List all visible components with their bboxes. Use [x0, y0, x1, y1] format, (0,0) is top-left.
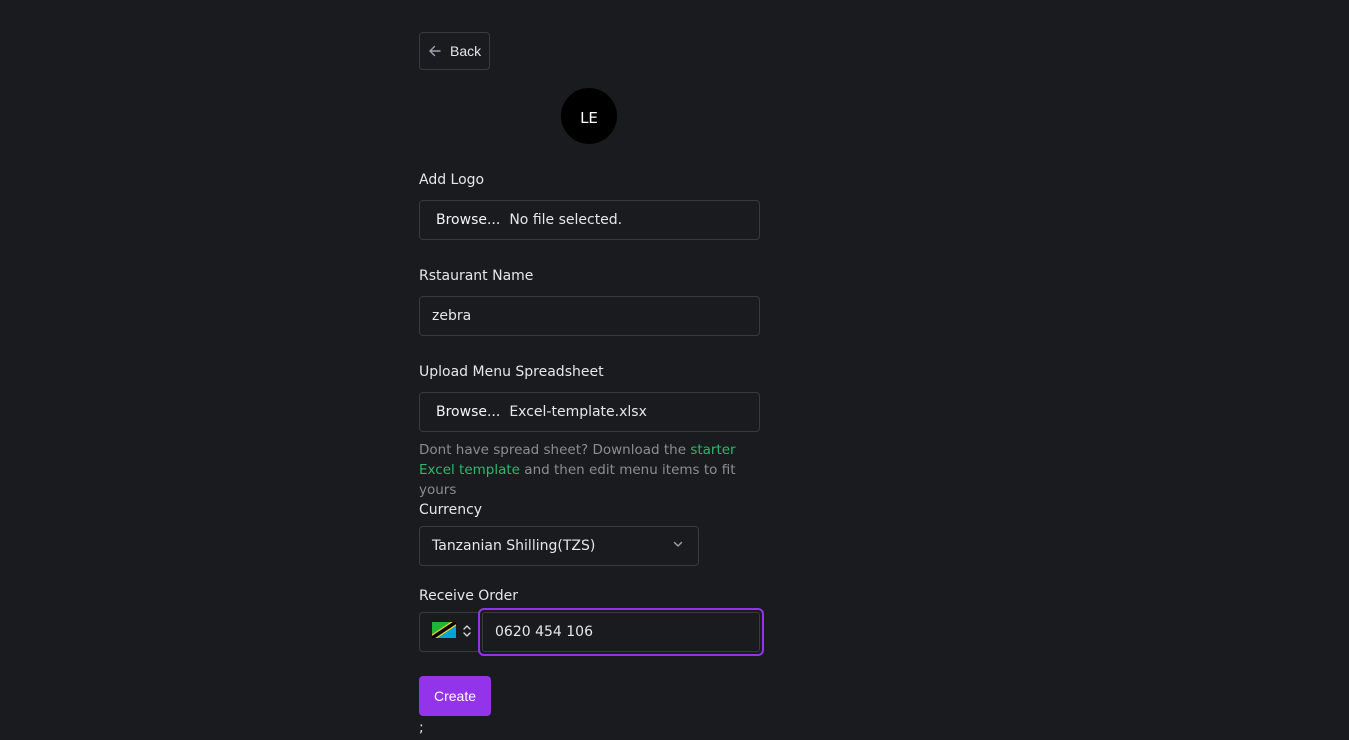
avatar-initials: LE — [580, 109, 598, 127]
up-down-chevron-icon — [462, 623, 472, 642]
create-restaurant-form: Back LE Add Logo Browse... No file selec… — [419, 32, 764, 736]
page: Back LE Add Logo Browse... No file selec… — [0, 0, 1349, 740]
receive-order-label: Receive Order — [419, 588, 519, 604]
phone-number-value: 0620 454 106 — [495, 624, 593, 640]
spreadsheet-help-text: Dont have spread sheet? Download the sta… — [419, 440, 760, 500]
phone-number-input[interactable]: 0620 454 106 — [482, 612, 760, 652]
help-text-prefix: Dont have spread sheet? Download the — [419, 442, 691, 458]
restaurant-name-input[interactable] — [419, 296, 760, 336]
add-logo-label: Add Logo — [419, 172, 485, 188]
trailing-text: ; — [419, 720, 424, 736]
currency-select[interactable]: Tanzanian Shilling(TZS) — [419, 526, 699, 566]
tanzania-flag-icon — [430, 619, 458, 642]
logo-browse-button[interactable]: Browse... — [436, 212, 500, 228]
arrow-left-icon — [428, 44, 442, 58]
back-button[interactable]: Back — [419, 32, 491, 70]
currency-label: Currency — [419, 502, 483, 518]
menu-upload-label: Upload Menu Spreadsheet — [419, 364, 604, 380]
avatar: LE — [561, 88, 617, 144]
phone-number-input-focus-ring: 0620 454 106 — [478, 608, 764, 656]
menu-file-name: Excel-template.xlsx — [509, 404, 647, 420]
restaurant-name-label: Rstaurant Name — [419, 268, 534, 284]
currency-selected-value: Tanzanian Shilling(TZS) — [432, 538, 596, 554]
logo-file-input[interactable]: Browse... No file selected. — [419, 200, 760, 240]
create-button[interactable]: Create — [419, 676, 491, 716]
logo-file-name: No file selected. — [509, 212, 623, 228]
chevron-down-icon — [672, 538, 684, 554]
country-select[interactable] — [419, 612, 479, 652]
phone-field: 0620 454 106 — [419, 608, 764, 656]
back-button-label: Back — [450, 43, 482, 59]
menu-browse-button[interactable]: Browse... — [436, 404, 500, 420]
menu-file-input[interactable]: Browse... Excel-template.xlsx — [419, 392, 760, 432]
